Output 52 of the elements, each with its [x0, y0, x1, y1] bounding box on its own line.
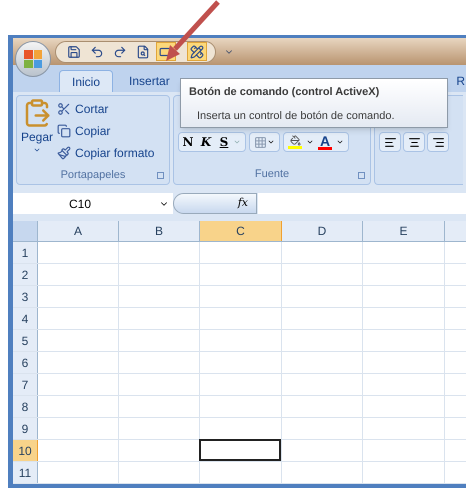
copy-button[interactable]: Copiar: [57, 122, 154, 140]
copy-icon: [57, 124, 72, 138]
paste-button[interactable]: Pegar: [21, 98, 54, 154]
formula-field[interactable]: [258, 193, 466, 214]
group-label: Portapapeles: [60, 168, 126, 183]
align-right-icon: [432, 136, 444, 148]
column-header[interactable]: A: [38, 221, 119, 241]
row-header[interactable]: 3: [13, 286, 38, 307]
align-left-button[interactable]: [379, 132, 401, 152]
ribbon-tab[interactable]: Insertar: [117, 70, 182, 92]
caret-icon: [267, 138, 275, 146]
align-right-button[interactable]: [427, 132, 449, 152]
cut-button[interactable]: Cortar: [57, 100, 154, 118]
underline-button[interactable]: S: [215, 133, 233, 151]
row-header[interactable]: 11: [13, 462, 38, 483]
formula-button[interactable]: fx: [173, 193, 257, 214]
row-header[interactable]: 7: [13, 374, 38, 395]
caret-icon: [33, 146, 42, 154]
design-mode-icon[interactable]: [187, 42, 207, 61]
borders-icon: [254, 136, 267, 148]
ribbon-tab[interactable]: R: [456, 70, 465, 92]
column-header[interactable]: D: [282, 221, 363, 241]
group-label: Fuente: [254, 166, 290, 182]
ribbon-tab[interactable]: Inicio: [59, 70, 114, 92]
scissors-icon: [57, 102, 72, 116]
row-header[interactable]: 5: [13, 330, 38, 351]
column-header[interactable]: E: [363, 221, 445, 241]
row-header[interactable]: 2: [13, 264, 38, 285]
office-logo-icon: [24, 50, 42, 68]
font-color-button[interactable]: A: [318, 134, 332, 150]
row-header[interactable]: 6: [13, 352, 38, 373]
row-header[interactable]: 10: [13, 440, 38, 461]
align-center-button[interactable]: [403, 132, 425, 152]
tooltip-title: Botón de comando (control ActiveX): [189, 85, 380, 100]
align-center-icon: [408, 136, 420, 148]
name-box[interactable]: C10: [13, 193, 173, 214]
align-left-icon: [384, 136, 396, 148]
row-header[interactable]: 9: [13, 418, 38, 439]
fill-color-button[interactable]: [288, 135, 302, 149]
row-header[interactable]: 1: [13, 242, 38, 263]
italic-button[interactable]: K: [197, 133, 215, 151]
row-header[interactable]: 4: [13, 308, 38, 329]
caret-icon[interactable]: [306, 138, 314, 146]
tooltip-description: Inserta un control de botón de comando.: [196, 108, 396, 124]
format-button[interactable]: Copiar formato: [57, 144, 154, 162]
row-header[interactable]: 8: [13, 396, 38, 417]
paint-bucket-icon: [290, 135, 300, 146]
column-header[interactable]: C: [200, 221, 282, 241]
active-cell[interactable]: [199, 439, 281, 461]
bold-button[interactable]: N: [179, 133, 197, 151]
caret-icon[interactable]: [336, 138, 344, 146]
paintbrush-icon: [57, 146, 72, 160]
